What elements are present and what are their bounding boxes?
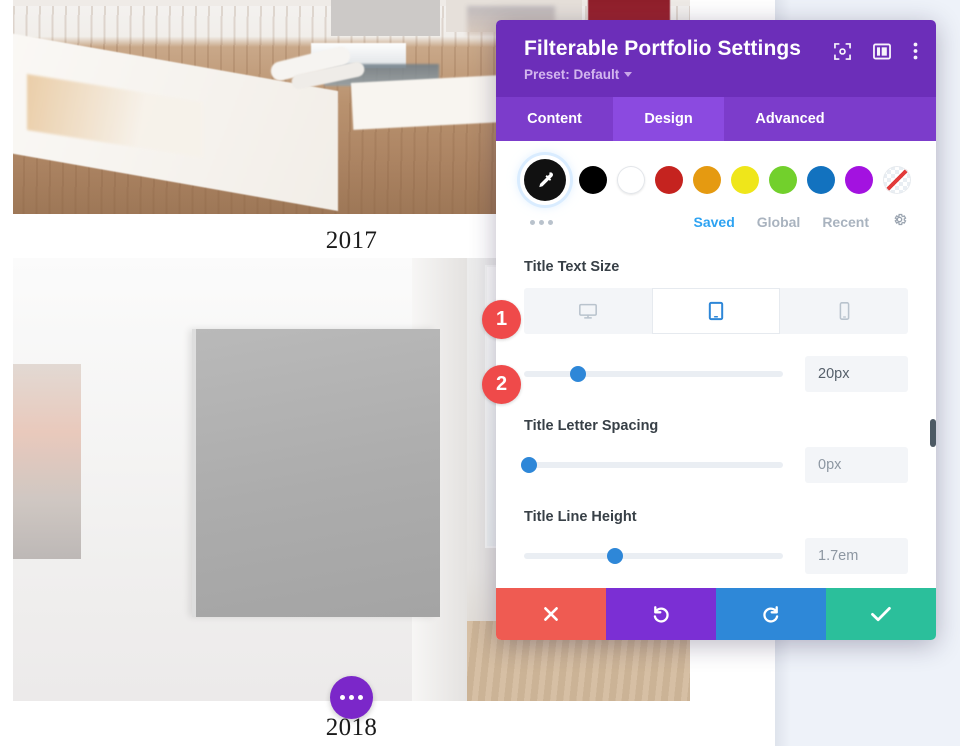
module-more-options-button[interactable] [330, 676, 373, 719]
dot-icon [349, 695, 354, 700]
modal-header-actions [834, 42, 918, 65]
modal-header: Filterable Portfolio Settings Preset: De… [496, 20, 936, 97]
callout-badge-1: 1 [482, 300, 521, 339]
panel-layout-icon[interactable] [873, 43, 891, 65]
field-title-text-size: Title Text Size 20px [496, 259, 936, 392]
phone-icon [839, 302, 849, 320]
slider-row-title-text-size: 20px [524, 356, 908, 392]
color-swatch-purple[interactable] [845, 166, 873, 194]
callout-badge-2: 2 [482, 365, 521, 404]
value-title-line-height[interactable]: 1.7em [805, 538, 908, 574]
slider-title-text-size[interactable] [524, 366, 783, 382]
slider-knob[interactable] [521, 457, 538, 473]
slider-row-title-letter-spacing: 0px [521, 447, 908, 483]
slider-knob[interactable] [570, 366, 587, 382]
device-tabs [524, 288, 908, 334]
color-link-global[interactable]: Global [757, 214, 801, 230]
modal-scrollbar[interactable] [930, 141, 936, 588]
color-link-saved[interactable]: Saved [694, 214, 735, 230]
field-label: Title Text Size [524, 259, 620, 275]
preset-selector[interactable]: Preset: Default [524, 67, 633, 82]
value-title-text-size[interactable]: 20px [805, 356, 908, 392]
scrollbar-thumb[interactable] [930, 419, 936, 447]
save-button[interactable] [826, 588, 936, 640]
field-title-line-height: Title Line Height 1.7em [496, 509, 936, 574]
screen: 2017 2018 Filterable Portfolio Settings … [0, 0, 960, 746]
device-tab-phone[interactable] [780, 288, 908, 334]
color-swatch-black[interactable] [579, 166, 607, 194]
tablet-icon [708, 301, 724, 321]
undo-button[interactable] [606, 588, 716, 640]
color-swatch-white[interactable] [617, 166, 645, 194]
color-swatch-subrow: Saved Global Recent [496, 201, 936, 233]
dot-icon [358, 695, 363, 700]
color-swatch-yellow[interactable] [731, 166, 759, 194]
field-title-letter-spacing: Title Letter Spacing 0px [496, 418, 936, 483]
color-swatch-blue[interactable] [807, 166, 835, 194]
tab-design[interactable]: Design [613, 97, 724, 141]
slider-title-letter-spacing[interactable] [521, 457, 783, 473]
tab-content[interactable]: Content [496, 97, 613, 141]
color-link-recent[interactable]: Recent [822, 214, 869, 230]
device-tab-tablet[interactable] [652, 288, 780, 334]
color-swatch-none[interactable] [883, 166, 911, 194]
field-label: Title Letter Spacing [524, 418, 659, 434]
redo-button[interactable] [716, 588, 826, 640]
checkmark-icon [871, 607, 891, 622]
preset-label: Preset: Default [524, 67, 620, 82]
undo-arrow-icon [653, 606, 669, 623]
slider-track [524, 553, 783, 559]
chevron-down-icon [624, 72, 633, 77]
focus-target-icon[interactable] [834, 42, 851, 65]
eyedropper-icon [539, 172, 554, 188]
redo-arrow-icon [763, 606, 779, 623]
settings-modal: Filterable Portfolio Settings Preset: De… [496, 20, 936, 640]
slider-track [524, 462, 783, 468]
color-swatch-green[interactable] [769, 166, 797, 194]
color-swatch-row [496, 141, 936, 201]
more-vertical-icon[interactable] [913, 42, 918, 65]
modal-tabs: Content Design Advanced [496, 97, 936, 141]
slider-title-line-height[interactable] [524, 548, 783, 564]
slider-knob[interactable] [606, 548, 623, 564]
color-swatch-red[interactable] [655, 166, 683, 194]
cancel-button[interactable] [496, 588, 606, 640]
eyedropper-button[interactable] [524, 159, 566, 201]
field-label: Title Line Height [524, 509, 637, 525]
slider-row-title-line-height: 1.7em [524, 538, 908, 574]
slider-track [524, 371, 783, 377]
gear-icon[interactable] [891, 211, 908, 233]
desktop-icon [579, 303, 597, 319]
device-tab-desktop[interactable] [524, 288, 652, 334]
tab-advanced[interactable]: Advanced [724, 97, 856, 141]
modal-footer [496, 588, 936, 640]
color-swatch-orange[interactable] [693, 166, 721, 194]
more-swatches-icon[interactable] [530, 219, 553, 225]
dot-icon [340, 695, 345, 700]
color-source-links: Saved Global Recent [694, 211, 909, 233]
close-x-icon [544, 607, 558, 621]
modal-body: Saved Global Recent Title Text Size 20px… [496, 141, 936, 588]
value-title-letter-spacing[interactable]: 0px [805, 447, 908, 483]
